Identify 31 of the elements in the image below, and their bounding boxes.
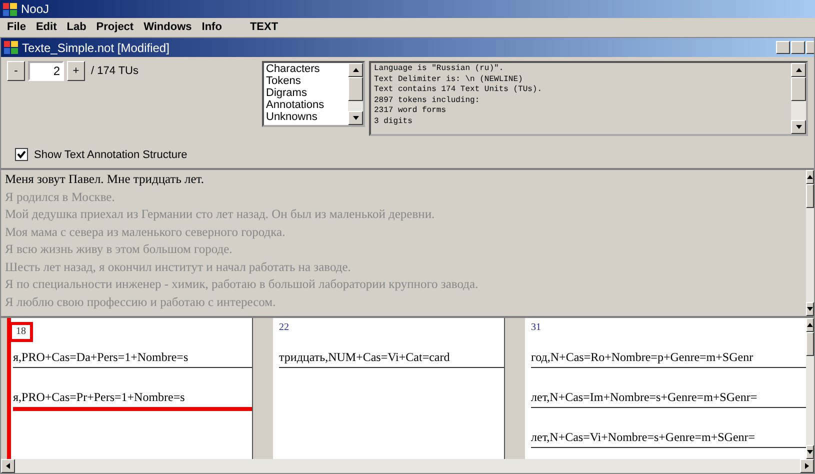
app-title: NooJ xyxy=(21,2,50,16)
list-item[interactable]: Digrams xyxy=(266,87,348,99)
list-item[interactable]: Unknowns xyxy=(266,111,348,123)
position-label: 31 xyxy=(531,322,542,335)
menu-item[interactable]: Project xyxy=(91,21,139,33)
info-line: 2317 word forms xyxy=(374,106,448,116)
list-item[interactable]: Annotations xyxy=(266,99,348,111)
menu-item[interactable]: Info xyxy=(196,21,227,33)
annotation[interactable]: я,PRO+Cas=Da+Pers=1+Nombre=s xyxy=(13,344,252,368)
position-label: 22 xyxy=(279,322,290,335)
checkbox-label: Show Text Annotation Structure xyxy=(34,148,188,160)
menu-item[interactable]: Edit xyxy=(30,21,62,33)
unit-total: / 174 TUs xyxy=(91,65,138,77)
list-item[interactable]: Tokens xyxy=(266,75,348,87)
info-line: 2897 tokens including: xyxy=(374,96,481,106)
info-line: Text contains 174 Text Units (TUs). xyxy=(374,85,544,96)
next-button[interactable]: + xyxy=(67,61,85,81)
previous-button[interactable]: - xyxy=(7,61,25,81)
info-line: Text Delimiter is: \n (NEWLINE) xyxy=(374,74,524,85)
menu-item[interactable]: File xyxy=(2,21,31,33)
annotation[interactable]: я,PRO+Cas=Pr+Pers=1+Nombre=s xyxy=(13,384,252,411)
info-line: Language is "Russian (ru)". xyxy=(374,64,505,74)
list-item[interactable]: Characters xyxy=(266,63,348,75)
menu-item[interactable]: Windows xyxy=(138,21,197,33)
annotation[interactable]: тридцать,NUM+Cas=Vi+Cat=card xyxy=(279,344,504,368)
unit-number-field[interactable]: 2 xyxy=(28,61,64,81)
window-title: Texte_Simple.not [Modified] xyxy=(22,40,170,54)
menu-item[interactable]: TEXT xyxy=(244,21,284,33)
info-line: 3 digits xyxy=(374,116,414,127)
text-unit[interactable]: Меня зовут Павел. Мне тридцать лет. xyxy=(5,171,802,188)
menu-item[interactable]: Lab xyxy=(62,21,92,33)
